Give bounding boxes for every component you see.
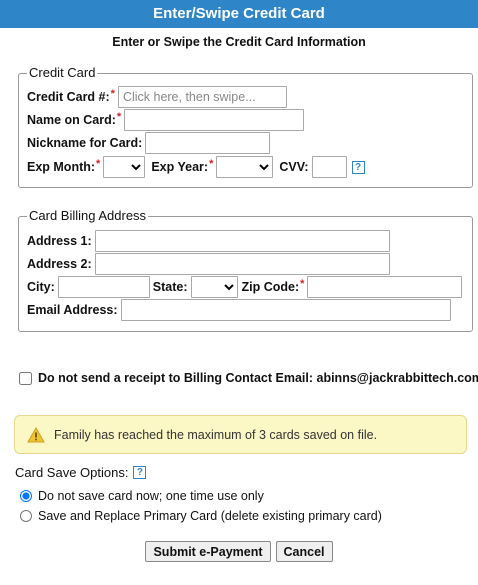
email-row: Email Address:: [27, 299, 451, 321]
dialog-subtitle: Enter or Swipe the Credit Card Informati…: [112, 35, 366, 49]
no-receipt-label: Do not send a receipt to Billing Contact…: [38, 371, 478, 385]
city-input[interactable]: [57, 276, 150, 298]
no-receipt-checkbox[interactable]: [19, 371, 32, 385]
save-option-replace-primary[interactable]: Save and Replace Primary Card (delete ex…: [20, 509, 382, 523]
card-number-label: Credit Card #:: [27, 90, 110, 104]
address2-input[interactable]: [94, 253, 390, 275]
address1-row: Address 1:: [27, 230, 390, 252]
address2-label: Address 2:: [27, 257, 92, 271]
name-on-card-row: Name on Card: *: [27, 109, 305, 131]
name-on-card-input[interactable]: [124, 109, 305, 131]
no-receipt-checkbox-row[interactable]: Do not send a receipt to Billing Contact…: [19, 371, 478, 385]
required-mark: *: [116, 111, 122, 123]
required-mark: *: [300, 278, 305, 290]
submit-payment-button[interactable]: Submit e-Payment: [145, 541, 271, 562]
nickname-label: Nickname for Card:: [27, 136, 143, 150]
city-label: City:: [27, 280, 55, 294]
action-buttons: Submit e-Payment Cancel: [0, 541, 478, 562]
state-label: State:: [152, 280, 188, 294]
nickname-input[interactable]: [145, 132, 271, 154]
cancel-button[interactable]: Cancel: [275, 541, 333, 562]
state-select[interactable]: [190, 276, 238, 298]
replace-primary-radio[interactable]: [20, 510, 32, 522]
expiration-row: Exp Month: * Exp Year: * CVV: ?: [27, 156, 365, 178]
cvv-label: CVV:: [279, 160, 309, 174]
no-save-radio[interactable]: [20, 490, 32, 502]
zip-label: Zip Code:: [241, 280, 300, 294]
required-mark: *: [110, 88, 115, 100]
address1-label: Address 1:: [27, 234, 92, 248]
cvv-help-icon[interactable]: ?: [351, 160, 365, 174]
exp-month-select[interactable]: [103, 156, 146, 178]
address2-row: Address 2:: [27, 253, 390, 275]
billing-address-legend: Card Billing Address: [29, 208, 147, 223]
credit-card-legend: Credit Card: [29, 65, 96, 80]
card-save-options: Card Save Options: ?: [15, 465, 147, 480]
card-number-input[interactable]: [117, 86, 287, 108]
required-mark: *: [96, 158, 101, 170]
email-input[interactable]: [120, 299, 451, 321]
exp-year-select[interactable]: [216, 156, 274, 178]
cvv-input[interactable]: [311, 156, 347, 178]
replace-primary-label: Save and Replace Primary Card (delete ex…: [38, 509, 382, 523]
warning-triangle-icon: [27, 426, 45, 442]
exp-month-label: Exp Month:: [27, 160, 96, 174]
warning-text: Family has reached the maximum of 3 card…: [54, 427, 378, 442]
nickname-row: Nickname for Card:: [27, 132, 271, 154]
city-state-zip-row: City: State: Zip Code: *: [27, 276, 463, 298]
required-mark: *: [209, 158, 214, 170]
email-label: Email Address:: [27, 303, 118, 317]
no-save-label: Do not save card now; one time use only: [38, 489, 264, 503]
max-cards-warning: Family has reached the maximum of 3 card…: [14, 415, 467, 454]
name-on-card-label: Name on Card:: [27, 113, 116, 127]
dialog-title: Enter/Swipe Credit Card: [0, 0, 478, 28]
zip-input[interactable]: [307, 276, 463, 298]
save-options-help-icon[interactable]: ?: [133, 466, 147, 479]
save-option-no-save[interactable]: Do not save card now; one time use only: [20, 489, 264, 503]
exp-year-label: Exp Year:: [151, 160, 209, 174]
address1-input[interactable]: [94, 230, 390, 252]
card-number-row: Credit Card #: *: [27, 86, 287, 108]
card-save-options-title: Card Save Options:: [15, 465, 129, 480]
